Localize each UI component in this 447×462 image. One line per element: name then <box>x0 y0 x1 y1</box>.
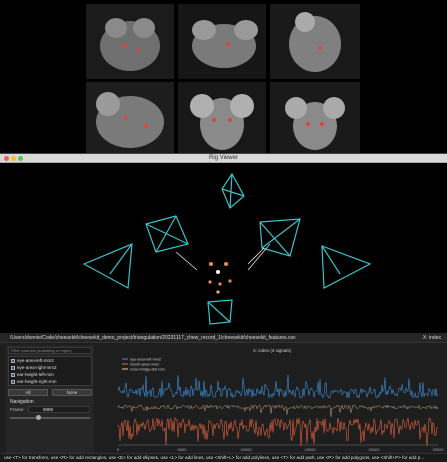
status-text: use <T> for transform, use <R> for add r… <box>4 455 425 460</box>
plot-title: X: index (3 signals) <box>253 348 292 353</box>
rig-viewer-window: Rig Viewer <box>0 153 447 334</box>
x-tick-label: 15000 <box>304 447 316 452</box>
features-app: /Users/donnie/Code/cheesekit/cheesekit_d… <box>0 333 447 462</box>
legend-label: mouth-area-mm2 <box>130 362 159 366</box>
frame-spinbox[interactable]: 8888 <box>28 406 90 413</box>
select-all-button[interactable]: All <box>8 389 48 396</box>
rig-viewer-title: Rig Viewer <box>209 155 238 161</box>
status-bar: use <T> for transform, use <R> for add r… <box>0 453 447 462</box>
camera-view-2 <box>178 4 266 79</box>
list-item[interactable]: ear-height-right-mm <box>11 379 57 385</box>
checkbox-icon[interactable] <box>11 372 15 377</box>
legend-label: eye-area-left-mm2 <box>130 357 161 361</box>
feature-list[interactable]: eye-area-left-mm2 eye-area-right-mm2 ear… <box>8 356 92 386</box>
x-tick-label: 5000 <box>178 447 188 452</box>
filter-columns-input[interactable]: Filter columns (substring or regex) <box>8 347 92 354</box>
csv-path: /Users/donnie/Code/cheesekit/cheesekit_d… <box>10 335 296 341</box>
rig-viewer-titlebar: Rig Viewer <box>0 154 447 163</box>
navigation-heading: Navigation <box>10 399 34 405</box>
camera-view-6 <box>270 82 360 154</box>
camera-view-5 <box>178 82 266 154</box>
legend-label: nose-bridge-dist-mm <box>130 367 165 371</box>
desktop: Rig Viewer /Users/donnie/Code/cheesekit/… <box>0 0 447 462</box>
select-none-button[interactable]: None <box>52 389 92 396</box>
camera-view-1 <box>86 4 174 79</box>
camera-grid <box>86 4 361 154</box>
feature-dock: Filter columns (substring or regex) eye-… <box>6 345 94 453</box>
list-item[interactable]: ear-height-left-mm <box>11 372 54 378</box>
x-tick-label: 10000 <box>240 447 252 452</box>
frame-slider-handle[interactable] <box>36 415 41 420</box>
list-item[interactable]: eye-area-right-mm2 <box>11 365 57 371</box>
camera-view-3 <box>270 4 360 79</box>
x-tick-label: 25000 <box>432 447 444 452</box>
checkbox-icon[interactable] <box>11 365 15 370</box>
x-tick-label: 20000 <box>368 447 380 452</box>
frame-slider[interactable] <box>10 417 90 419</box>
checkbox-icon[interactable] <box>11 358 15 363</box>
frame-label: Frame: <box>10 407 25 412</box>
camera-view-4 <box>86 82 174 154</box>
rig-3d-view[interactable] <box>0 164 447 334</box>
file-path-bar: /Users/donnie/Code/cheesekit/cheesekit_d… <box>0 333 447 343</box>
x-axis-selector[interactable]: X: index <box>423 335 441 341</box>
list-item[interactable]: eye-area-left-mm2 <box>11 358 54 364</box>
checkbox-icon[interactable] <box>11 379 15 384</box>
signal-plot[interactable]: X: index (3 signals) 0 5000 10000 15000 2000… <box>100 345 444 455</box>
